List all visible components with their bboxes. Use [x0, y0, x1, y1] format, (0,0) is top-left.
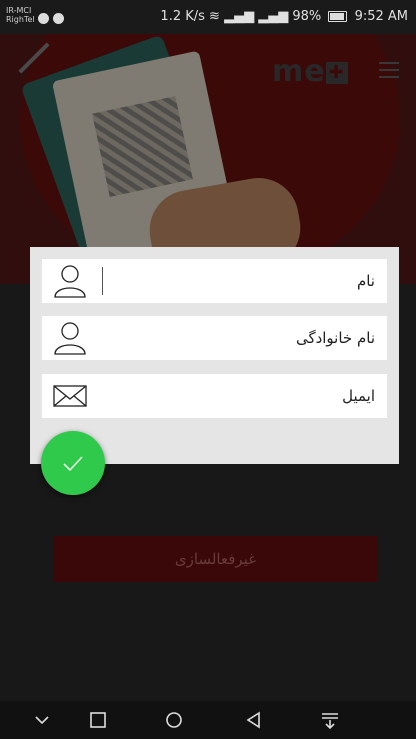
deactivate-button[interactable]: غیرفعالسازی — [54, 536, 377, 582]
carrier-label: IR-MCI RighTel — [6, 6, 35, 24]
recents-icon[interactable] — [86, 710, 110, 730]
person-icon — [54, 265, 86, 298]
check-icon — [63, 456, 83, 472]
envelope-icon — [53, 385, 87, 407]
battery-percent: 98% — [292, 9, 322, 24]
whatsapp-icon — [38, 13, 49, 24]
first-name-field[interactable]: نام — [42, 259, 387, 303]
notification-icons — [38, 9, 68, 28]
battery-icon — [328, 11, 348, 22]
person-icon — [54, 322, 86, 355]
system-nav-bar — [0, 701, 416, 739]
home-icon[interactable] — [162, 710, 186, 730]
net-speed: 1.2 K/s — [160, 9, 205, 24]
status-bar: IR-MCI RighTel 1.2 K/s ≋ ▂▄▆ ▂▄▆ 98% 9:5… — [0, 0, 416, 34]
wifi-icon: ≋ — [209, 9, 220, 24]
carrier-name-1: IR-MCI — [6, 6, 32, 15]
first-name-label: نام — [356, 272, 375, 290]
message-icon — [53, 13, 64, 24]
collapse-icon[interactable] — [30, 710, 54, 730]
email-field[interactable]: ایمیل — [42, 374, 387, 418]
notifications-icon[interactable] — [318, 710, 342, 730]
back-icon[interactable] — [242, 710, 266, 730]
last-name-field[interactable]: نام خانوادگی — [42, 316, 387, 360]
text-cursor — [102, 267, 103, 295]
signal-icon: ▂▄▆ — [224, 9, 255, 24]
profile-dialog: نام نام خانوادگی ایمیل — [30, 247, 399, 464]
signal-icon-2: ▂▄▆ — [258, 9, 289, 24]
status-right: 1.2 K/s ≋ ▂▄▆ ▂▄▆ 98% 9:52 AM — [160, 9, 408, 24]
carrier-name-2: RighTel — [6, 15, 35, 24]
last-name-label: نام خانوادگی — [295, 329, 375, 347]
email-label: ایمیل — [342, 387, 375, 405]
clock: 9:52 AM — [354, 9, 408, 24]
submit-button[interactable] — [41, 431, 105, 495]
